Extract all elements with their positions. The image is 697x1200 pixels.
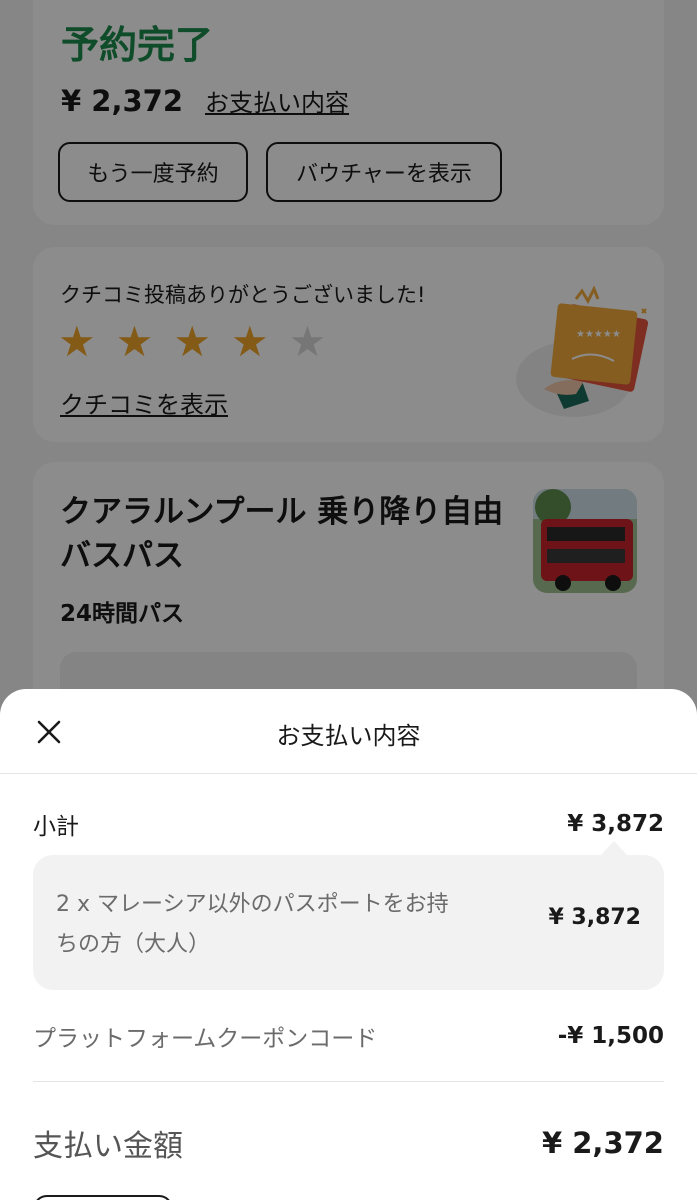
payment-details-sheet: お支払い内容 小計 ¥ 3,872 2 x マレーシア以外のパスポートをお持ちの… <box>0 689 697 1200</box>
coupon-row: プラットフォームクーポンコード -¥ 1,500 <box>33 1019 664 1053</box>
subtotal-amount: ¥ 3,872 <box>567 811 664 837</box>
subtotal-breakdown: 2 x マレーシア以外のパスポートをお持ちの方（大人） ¥ 3,872 <box>33 841 664 990</box>
tooltip-notch <box>600 841 628 856</box>
coupon-label: プラットフォームクーポンコード <box>33 1026 378 1052</box>
subtotal-row: 小計 ¥ 3,872 <box>33 807 664 841</box>
sheet-title: お支払い内容 <box>276 722 421 750</box>
sheet-header: お支払い内容 <box>0 689 697 774</box>
coupon-amount: -¥ 1,500 <box>557 1023 664 1049</box>
total-amount: ¥ 2,372 <box>541 1126 664 1160</box>
subtotal-label: 小計 <box>33 814 79 840</box>
total-label: 支払い金額 <box>33 1129 183 1164</box>
breakdown-item-label: 2 x マレーシア以外のパスポートをお持ちの方（大人） <box>56 892 449 957</box>
breakdown-item-amount: ¥ 3,872 <box>548 905 641 930</box>
divider <box>33 1081 664 1082</box>
total-row: 支払い金額 ¥ 2,372 <box>33 1121 664 1165</box>
sheet-action-button[interactable] <box>33 1195 173 1200</box>
